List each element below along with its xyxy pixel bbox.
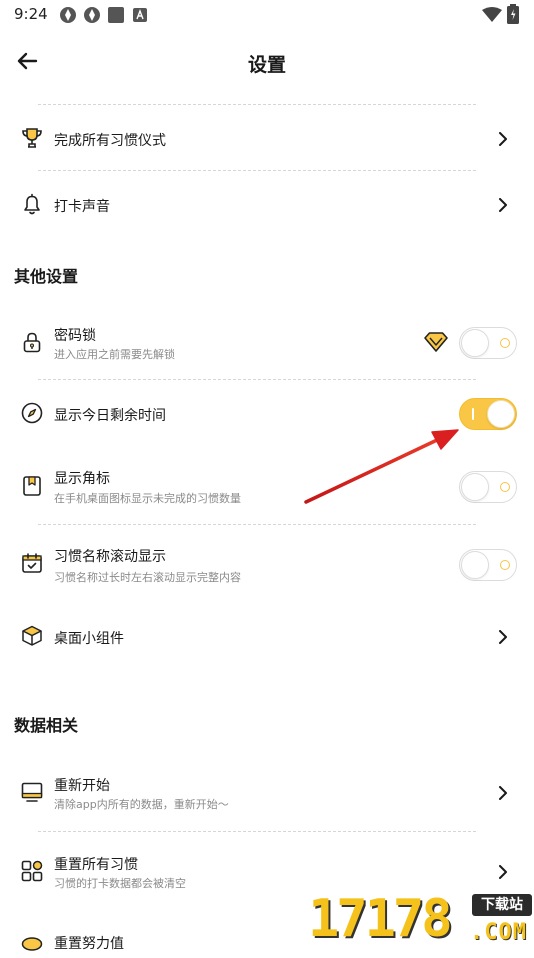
watermark-logo: 17178 下载站 .COM (308, 890, 534, 950)
watermark-badge: 下载站 (472, 894, 532, 916)
watermark-digits: 17178 (308, 889, 453, 949)
annotation-arrow (304, 429, 459, 504)
watermark-domain: .COM (470, 920, 527, 945)
